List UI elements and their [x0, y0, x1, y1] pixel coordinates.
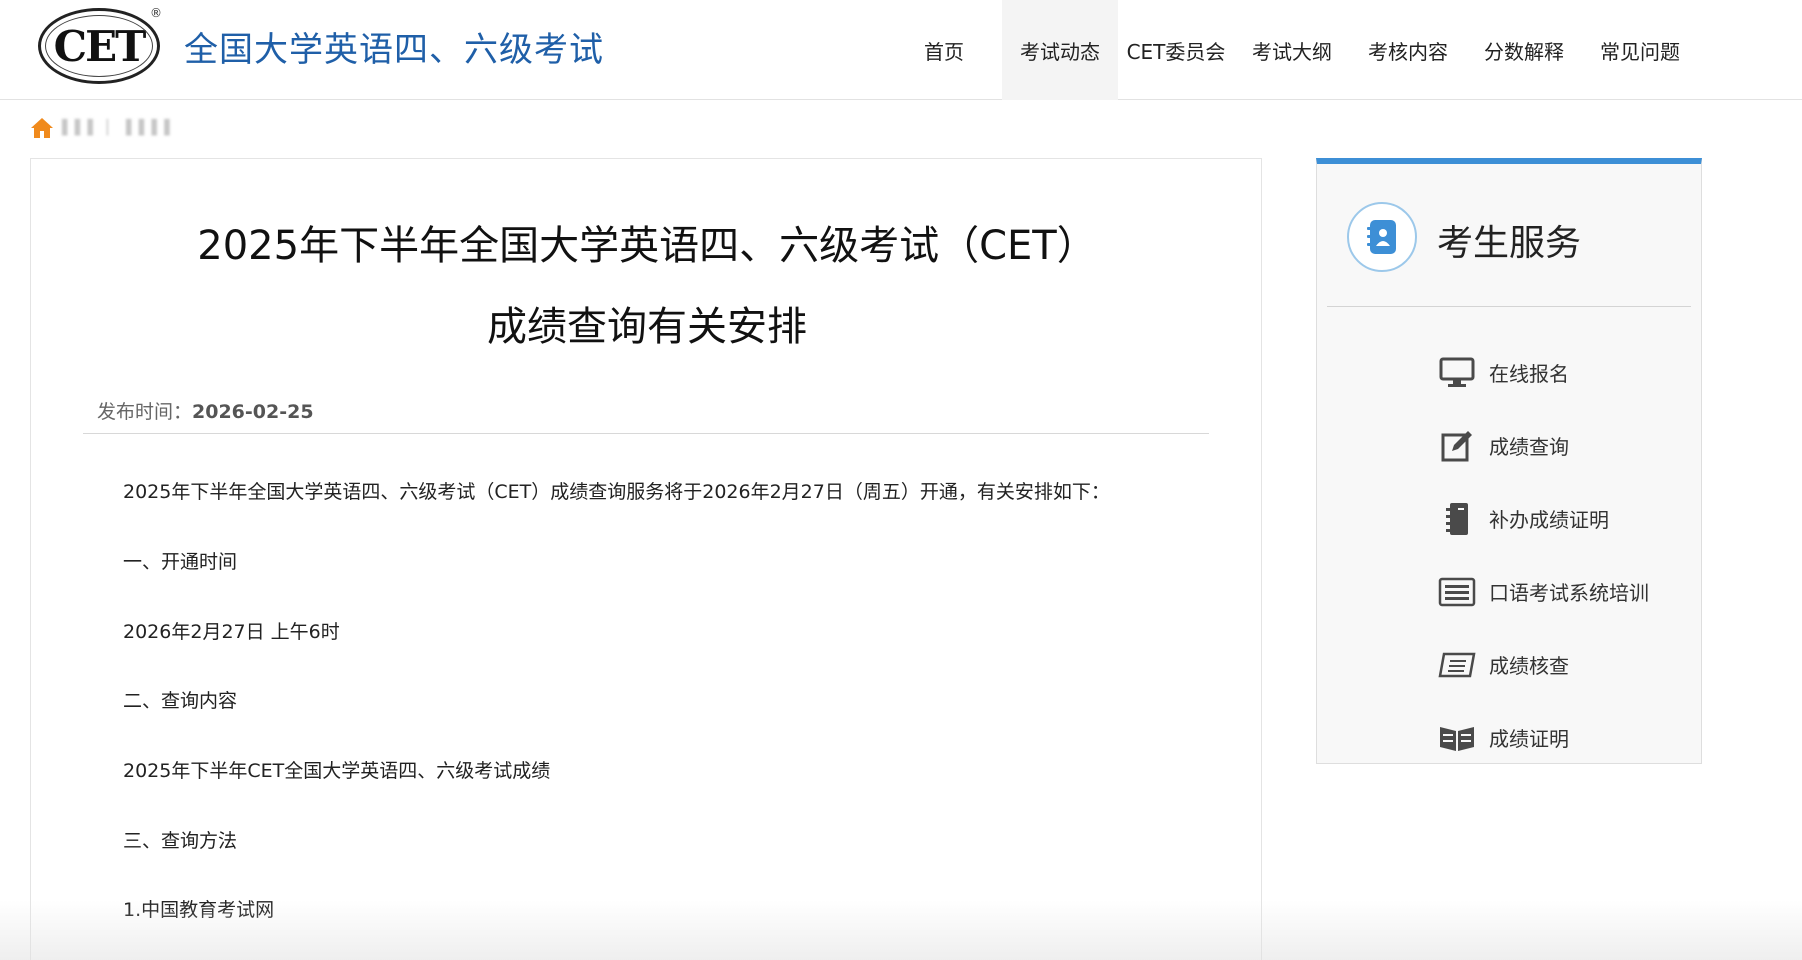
- home-icon[interactable]: [30, 117, 54, 139]
- registered-mark: ®: [150, 6, 162, 20]
- service-oral-exam-training[interactable]: 口语考试系统培训: [1437, 555, 1649, 628]
- logo-text: CET: [53, 21, 147, 71]
- article-paragraph: 2025年下半年全国大学英语四、六级考试（CET）成绩查询服务将于2026年2月…: [123, 481, 1110, 503]
- monitor-icon: [1437, 355, 1477, 391]
- service-reissue-certificate[interactable]: 补办成绩证明: [1437, 482, 1649, 555]
- site-title[interactable]: 全国大学英语四、六级考试: [184, 22, 604, 71]
- article-paragraph: 三、查询方法: [123, 830, 238, 852]
- service-score-certificate[interactable]: 成绩证明: [1437, 701, 1649, 774]
- contact-book-icon: [1367, 220, 1396, 254]
- service-label: 补办成绩证明: [1489, 508, 1609, 532]
- services-divider: [1327, 306, 1691, 307]
- article-paragraph: 二、查询内容: [123, 690, 238, 712]
- service-online-registration[interactable]: 在线报名: [1437, 336, 1649, 409]
- service-label: 口语考试系统培训: [1489, 581, 1649, 605]
- document-icon: [1437, 647, 1477, 683]
- nav-item-syllabus[interactable]: 考试大纲: [1234, 0, 1350, 100]
- article-paragraph: 2025年下半年CET全国大学英语四、六级考试成绩: [123, 760, 551, 782]
- site-header: CET ® 全国大学英语四、六级考试 首页 考试动态 CET委员会 考试大纲 考…: [0, 0, 1802, 100]
- nav-item-home[interactable]: 首页: [886, 0, 1002, 100]
- service-label: 成绩查询: [1489, 435, 1569, 459]
- service-score-review[interactable]: 成绩核查: [1437, 628, 1649, 701]
- title-divider: [83, 433, 1209, 434]
- services-list: 在线报名 成绩查询 补办成绩证明 口语考试系统培训 成绩核查 成绩证明: [1437, 336, 1649, 774]
- nav-item-cet-committee[interactable]: CET委员会: [1118, 0, 1234, 100]
- cet-logo[interactable]: CET: [38, 8, 160, 84]
- keyboard-icon: [1437, 574, 1477, 610]
- book-icon: [1437, 720, 1477, 756]
- article-paragraph: 一、开通时间: [123, 551, 238, 573]
- service-label: 成绩证明: [1489, 727, 1569, 751]
- publish-info: 发布时间：2026-02-25: [97, 397, 314, 424]
- services-badge: [1347, 202, 1417, 272]
- service-label: 成绩核查: [1489, 654, 1569, 678]
- publish-label: 发布时间：: [97, 401, 193, 423]
- service-label: 在线报名: [1489, 362, 1569, 386]
- article-panel: 2025年下半年全国大学英语四、六级考试（CET） 成绩查询有关安排 发布时间：…: [30, 158, 1262, 960]
- services-title: 考生服务: [1437, 223, 1582, 264]
- nav-item-assessment-content[interactable]: 考核内容: [1350, 0, 1466, 100]
- nav-item-score-explanation[interactable]: 分数解释: [1466, 0, 1582, 100]
- notebook-icon: [1437, 501, 1477, 537]
- edit-icon: [1437, 428, 1477, 464]
- article-paragraph: 2026年2月27日 上午6时: [123, 621, 340, 643]
- nav-item-exam-news[interactable]: 考试动态: [1002, 0, 1118, 100]
- breadcrumb: ▌▌▌ ▏ ▌▌▌▌: [30, 114, 177, 142]
- article-paragraph: 1.中国教育考试网: [123, 899, 275, 921]
- article-title-line2: 成绩查询有关安排: [487, 304, 807, 350]
- main-nav: 首页 考试动态 CET委员会 考试大纲 考核内容 分数解释 常见问题: [886, 0, 1698, 100]
- publish-date: 2026-02-25: [192, 401, 314, 423]
- breadcrumb-path[interactable]: ▌▌▌ ▏ ▌▌▌▌: [62, 120, 177, 136]
- article-title-line1: 2025年下半年全国大学英语四、六级考试（CET）: [197, 223, 1097, 269]
- service-score-query[interactable]: 成绩查询: [1437, 409, 1649, 482]
- nav-item-faq[interactable]: 常见问题: [1582, 0, 1698, 100]
- student-services-panel: 考生服务 在线报名 成绩查询 补办成绩证明 口语考试系统培训 成绩核查 成绩证明: [1316, 158, 1702, 764]
